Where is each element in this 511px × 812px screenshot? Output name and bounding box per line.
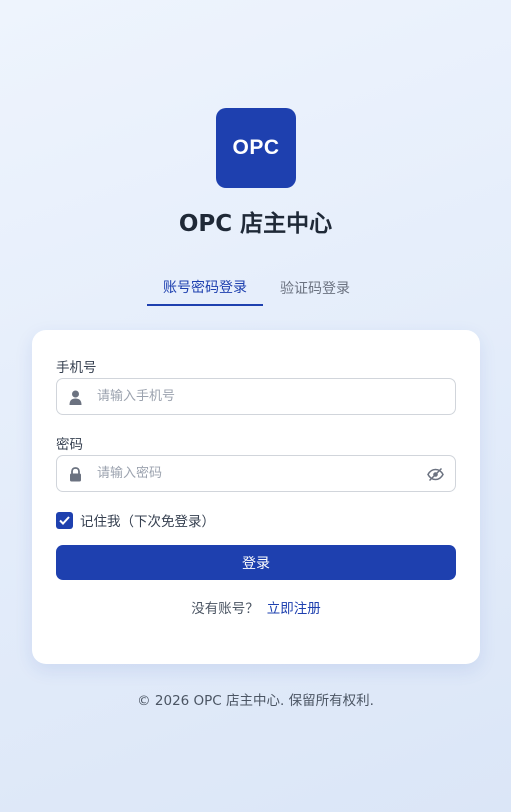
remember-checkbox[interactable] <box>56 511 73 529</box>
phone-label: 手机号 <box>56 360 97 376</box>
remember-me: 记住我（下次免登录） <box>56 510 215 530</box>
brand-logo: OPC <box>216 108 296 188</box>
page-title: OPC 店主中心 <box>178 211 333 237</box>
signup-prompt: 没有账号？ 立即注册 <box>32 597 480 617</box>
phone-input[interactable] <box>97 379 417 414</box>
logo-text: OPC <box>232 136 280 159</box>
phone-field <box>56 378 456 415</box>
footer-copyright: © 2026 OPC 店主中心. 保留所有权利. <box>137 693 374 709</box>
tab-code-login[interactable]: 验证码登录 <box>263 270 367 306</box>
password-field <box>56 455 456 492</box>
tab-password-login[interactable]: 账号密码登录 <box>147 270 263 306</box>
login-button[interactable]: 登录 <box>56 545 456 580</box>
login-tabs: 账号密码登录 验证码登录 <box>147 270 367 306</box>
check-icon <box>59 515 70 525</box>
login-card: 手机号 密码 记住我（下次免登录） 登录 没有账号？ 立即注册 <box>32 330 480 664</box>
user-icon <box>69 390 82 405</box>
lock-icon <box>70 467 81 482</box>
password-label: 密码 <box>56 437 83 453</box>
signup-prompt-text: 没有账号？ <box>191 601 259 617</box>
register-link[interactable]: 立即注册 <box>267 601 321 617</box>
password-input[interactable] <box>97 456 417 491</box>
remember-label: 记住我（下次免登录） <box>80 514 215 530</box>
eye-off-icon[interactable] <box>427 467 444 482</box>
